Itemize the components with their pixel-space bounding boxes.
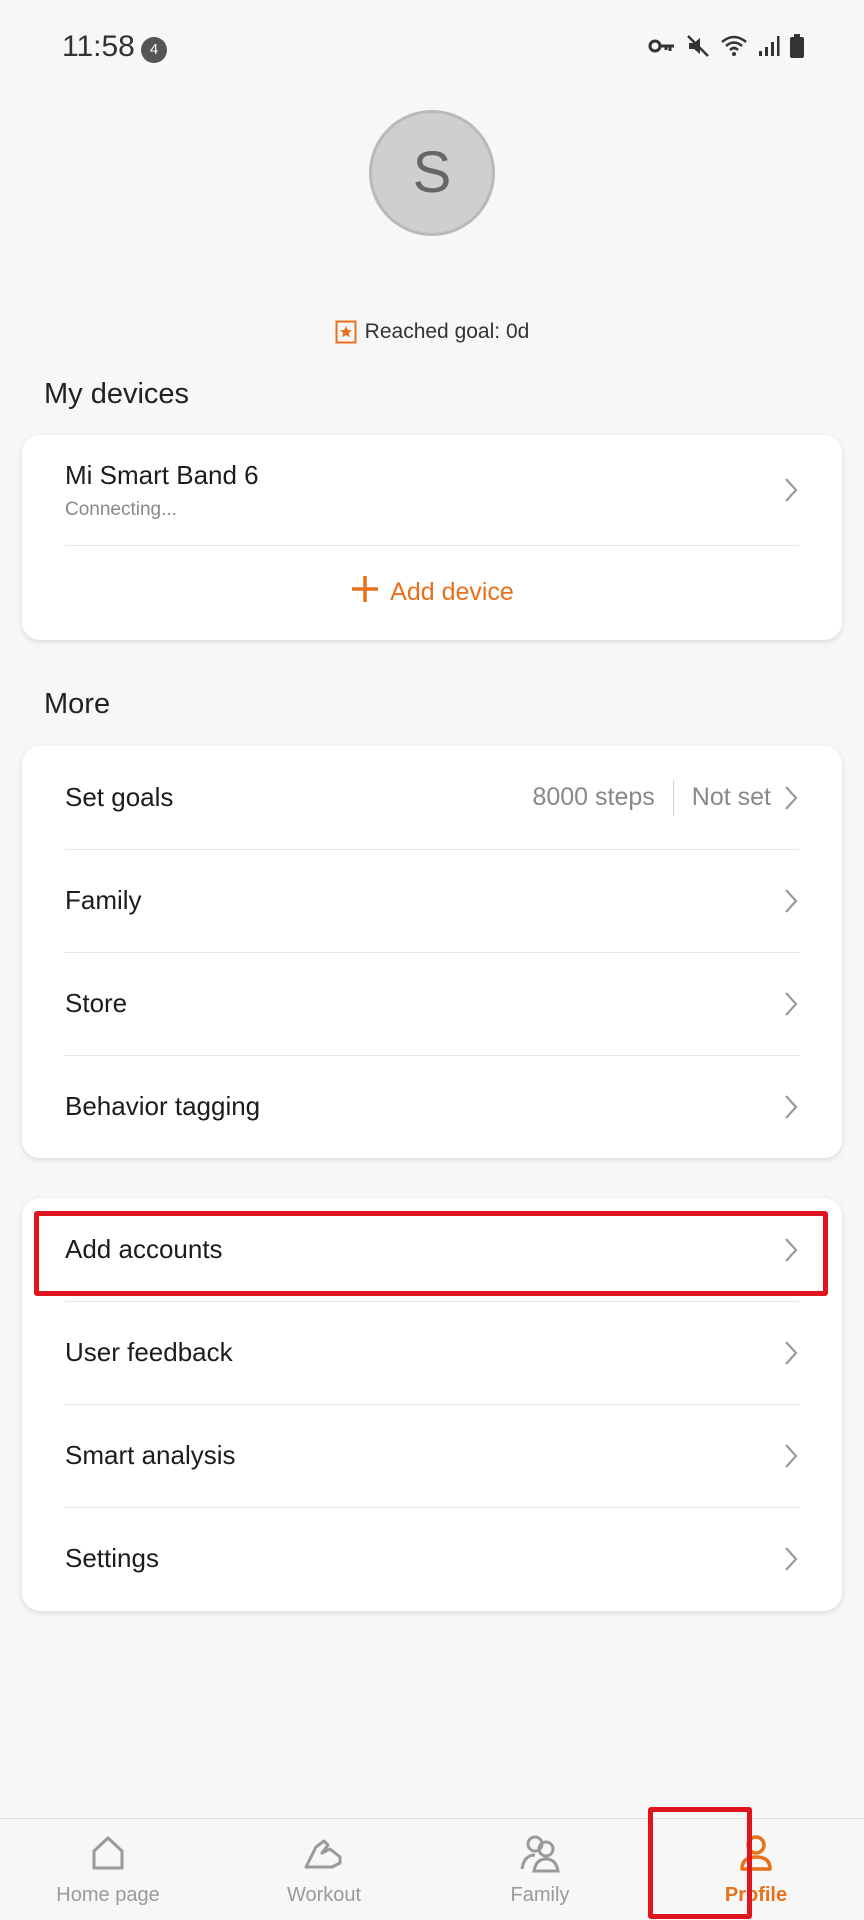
device-texts: Mi Smart Band 6 Connecting... [65, 460, 783, 521]
home-icon [88, 1833, 128, 1878]
settings-label: Settings [65, 1543, 159, 1573]
status-bar: 11:58 4 [0, 0, 864, 96]
chevron-right-icon [783, 784, 799, 812]
nav-workout[interactable]: Workout [216, 1819, 432, 1920]
nav-profile[interactable]: Profile [648, 1807, 864, 1920]
my-devices-title: My devices [44, 378, 190, 410]
chevron-right-icon [783, 1339, 799, 1367]
plus-icon [350, 574, 380, 611]
goal-status-value: Not set [691, 783, 771, 811]
bottom-nav: Home page Workout Family Profile [0, 1807, 864, 1920]
goal-steps-value: 8000 steps [532, 783, 655, 811]
account-card: Add accounts User feedback Smart analysi… [22, 1198, 842, 1611]
settings-item[interactable]: Settings [22, 1507, 842, 1610]
set-goals-item[interactable]: Set goals 8000 steps Not set [22, 746, 842, 849]
user-feedback-label: User feedback [65, 1337, 233, 1367]
vpn-key-icon [648, 36, 676, 56]
nav-family-label: Family [510, 1884, 570, 1906]
set-goals-label: Set goals [65, 782, 174, 812]
nav-home-label: Home page [56, 1884, 160, 1906]
star-badge-icon [335, 320, 357, 344]
profile-screen: 11:58 4 S Reached goal: 0d My devices Mi… [0, 0, 864, 1920]
behavior-tagging-label: Behavior tagging [65, 1091, 261, 1121]
nav-home[interactable]: Home page [0, 1819, 216, 1920]
wifi-icon [720, 34, 748, 58]
chevron-right-icon [783, 990, 799, 1018]
status-icons [648, 34, 804, 58]
nav-workout-label: Workout [286, 1884, 362, 1906]
chevron-right-icon [783, 1236, 799, 1264]
add-accounts-item[interactable]: Add accounts [22, 1198, 842, 1301]
add-device-label: Add device [390, 578, 514, 606]
reached-goal-text: Reached goal: 0d [364, 320, 530, 343]
chevron-right-icon [783, 476, 799, 504]
shoe-icon [302, 1833, 346, 1878]
mute-icon [686, 34, 710, 58]
user-feedback-item[interactable]: User feedback [22, 1301, 842, 1404]
chevron-right-icon [783, 1442, 799, 1470]
family-icon [518, 1833, 562, 1878]
smart-analysis-label: Smart analysis [65, 1440, 236, 1470]
smart-analysis-item[interactable]: Smart analysis [22, 1404, 842, 1507]
chevron-right-icon [783, 887, 799, 915]
devices-card: Mi Smart Band 6 Connecting... Add device [22, 435, 842, 640]
add-device-button[interactable]: Add device [350, 574, 514, 611]
nav-profile-label: Profile [724, 1884, 788, 1906]
device-status: Connecting... [65, 498, 177, 520]
chevron-right-icon [783, 1545, 799, 1573]
add-accounts-label: Add accounts [65, 1234, 223, 1264]
goal-values: 8000 steps Not set [532, 779, 777, 816]
battery-icon [790, 34, 804, 58]
status-time: 11:58 [62, 30, 135, 63]
more-card: Set goals 8000 steps Not set Family Stor… [22, 746, 842, 1158]
store-item[interactable]: Store [22, 952, 842, 1055]
reached-goal: Reached goal: 0d [0, 320, 864, 344]
avatar[interactable]: S [369, 110, 495, 236]
profile-icon [736, 1833, 776, 1878]
device-item[interactable]: Mi Smart Band 6 Connecting... [22, 435, 842, 545]
device-name: Mi Smart Band 6 [65, 459, 259, 490]
nav-family[interactable]: Family [432, 1819, 648, 1920]
chevron-right-icon [783, 1093, 799, 1121]
more-title: More [44, 688, 111, 720]
behavior-tagging-item[interactable]: Behavior tagging [22, 1055, 842, 1158]
add-device-row[interactable]: Add device [22, 545, 842, 640]
notification-badge: 4 [141, 37, 167, 63]
signal-icon [758, 35, 780, 57]
store-label: Store [65, 988, 128, 1018]
family-label: Family [65, 885, 142, 915]
family-item[interactable]: Family [22, 849, 842, 952]
